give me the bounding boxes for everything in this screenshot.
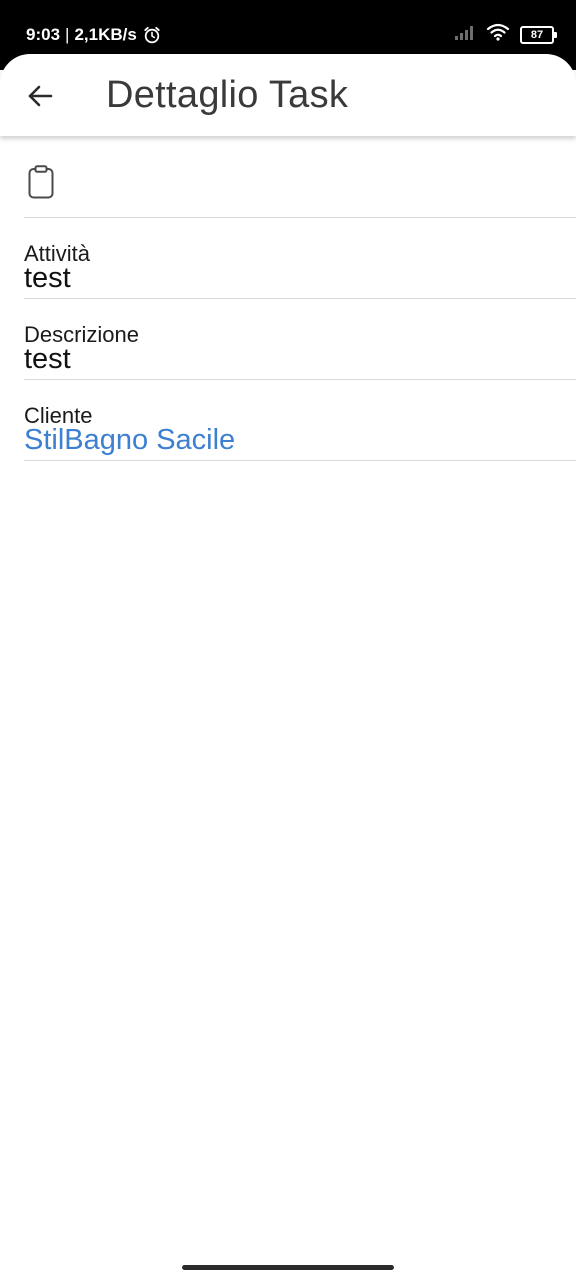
description-value: test bbox=[24, 343, 71, 375]
task-detail-content: Attività test Descrizione test Cliente S… bbox=[0, 136, 576, 461]
task-icon-row bbox=[24, 136, 576, 218]
signal-icon bbox=[454, 24, 476, 45]
status-time: 9:03 bbox=[26, 25, 61, 44]
app-bar: Dettaglio Task bbox=[0, 54, 576, 136]
clipboard-icon bbox=[28, 165, 54, 204]
page-title: Dettaglio Task bbox=[106, 74, 349, 116]
field-activity: Attività test bbox=[24, 218, 576, 299]
status-left: 9:03 | 2,1KB/s bbox=[26, 24, 161, 46]
back-button[interactable] bbox=[18, 74, 62, 118]
arrow-left-icon bbox=[28, 85, 53, 107]
client-link[interactable]: StilBagno Sacile bbox=[24, 424, 235, 456]
status-right: 87 bbox=[454, 23, 557, 46]
alarm-icon bbox=[143, 26, 161, 44]
battery-icon: 87 bbox=[520, 25, 557, 44]
field-client: Cliente StilBagno Sacile bbox=[24, 380, 576, 461]
activity-value: test bbox=[24, 262, 71, 294]
status-separator: | bbox=[65, 25, 70, 44]
field-description: Descrizione test bbox=[24, 299, 576, 380]
network-speed: 2,1KB/s bbox=[74, 25, 137, 44]
battery-level: 87 bbox=[530, 28, 544, 41]
wifi-icon bbox=[486, 23, 510, 46]
home-indicator[interactable] bbox=[182, 1265, 394, 1270]
